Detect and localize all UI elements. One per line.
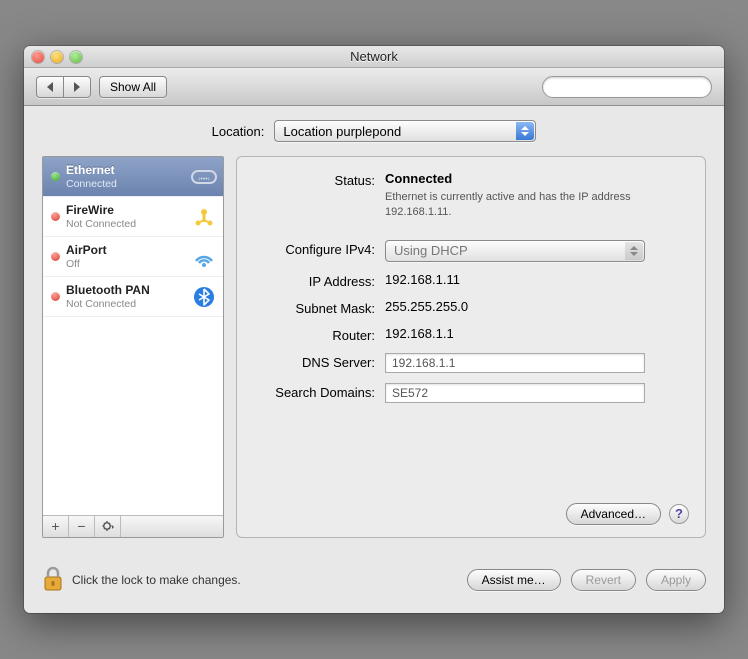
dns-row: DNS Server: (237, 353, 687, 373)
show-all-button[interactable]: Show All (99, 76, 167, 98)
interface-status: Not Connected (66, 218, 191, 230)
apply-button[interactable]: Apply (646, 569, 706, 591)
status-description: Ethernet is currently active and has the… (385, 190, 645, 220)
dns-input[interactable] (385, 353, 645, 373)
location-popup[interactable]: Location purplepond (274, 120, 536, 142)
search-field[interactable] (542, 76, 712, 98)
ethernet-icon: ‹•••› (191, 164, 217, 190)
location-label: Location: (212, 124, 265, 139)
advanced-button[interactable]: Advanced… (566, 503, 661, 525)
bottom-buttons: Assist me… Revert Apply (467, 569, 706, 591)
subnet-row: Subnet Mask: 255.255.255.0 (237, 299, 687, 316)
subnet-label: Subnet Mask: (237, 299, 385, 316)
status-value: Connected (385, 171, 687, 186)
revert-button[interactable]: Revert (571, 569, 636, 591)
status-label: Status: (237, 171, 385, 188)
content: Location: Location purplepond Ethernet C… (24, 106, 724, 552)
forward-button[interactable] (63, 76, 91, 98)
router-row: Router: 192.168.1.1 (237, 326, 687, 343)
window-title: Network (24, 49, 724, 64)
main: Ethernet Connected ‹•••› FireWire Not Co… (42, 156, 706, 538)
sidebar-footer: + − (43, 515, 223, 537)
interface-name: AirPort (66, 244, 191, 258)
svg-text:‹•••›: ‹•••› (198, 176, 211, 183)
location-row: Location: Location purplepond (42, 120, 706, 142)
configure-value: Using DHCP (394, 243, 468, 258)
router-value: 192.168.1.1 (385, 326, 687, 341)
updown-arrows-icon (625, 242, 643, 260)
bluetooth-icon (191, 284, 217, 310)
airport-icon (191, 244, 217, 270)
configure-popup[interactable]: Using DHCP (385, 240, 645, 262)
ip-label: IP Address: (237, 272, 385, 289)
search-domains-input[interactable] (385, 383, 645, 403)
interface-name: Ethernet (66, 164, 191, 178)
status-dot-icon (51, 252, 60, 261)
interface-status: Connected (66, 178, 191, 190)
chevron-right-icon (74, 82, 80, 92)
search-domains-row: Search Domains: (237, 383, 687, 403)
status-dot-icon (51, 172, 60, 181)
interface-status: Not Connected (66, 298, 191, 310)
interface-sidebar: Ethernet Connected ‹•••› FireWire Not Co… (42, 156, 224, 538)
updown-arrows-icon (516, 122, 534, 140)
sidebar-item-ethernet[interactable]: Ethernet Connected ‹•••› (43, 157, 223, 197)
location-value: Location purplepond (283, 124, 401, 139)
router-label: Router: (237, 326, 385, 343)
bottom-bar: Click the lock to make changes. Assist m… (24, 552, 724, 613)
sidebar-item-firewire[interactable]: FireWire Not Connected (43, 197, 223, 237)
titlebar: Network (24, 46, 724, 68)
ip-value: 192.168.1.11 (385, 272, 687, 287)
interface-list: Ethernet Connected ‹•••› FireWire Not Co… (43, 157, 223, 515)
help-button[interactable]: ? (669, 504, 689, 524)
search-input[interactable] (555, 80, 710, 94)
interface-status: Off (66, 258, 191, 270)
subnet-value: 255.255.255.0 (385, 299, 687, 314)
status-dot-icon (51, 212, 60, 221)
assist-button[interactable]: Assist me… (467, 569, 561, 591)
sidebar-item-bluetooth[interactable]: Bluetooth PAN Not Connected (43, 277, 223, 317)
action-menu-button[interactable] (95, 516, 121, 537)
search-domains-label: Search Domains: (237, 383, 385, 400)
details-panel: Status: Connected Ethernet is currently … (236, 156, 706, 538)
configure-label: Configure IPv4: (237, 240, 385, 257)
configure-row: Configure IPv4: Using DHCP (237, 240, 687, 262)
lock-icon[interactable] (42, 566, 64, 595)
dns-label: DNS Server: (237, 353, 385, 370)
sidebar-item-airport[interactable]: AirPort Off (43, 237, 223, 277)
lock-text: Click the lock to make changes. (72, 573, 241, 587)
network-preferences-window: Network Show All Location: Location purp… (24, 46, 724, 613)
firewire-icon (191, 204, 217, 230)
status-dot-icon (51, 292, 60, 301)
lock-row: Click the lock to make changes. (42, 566, 241, 595)
status-row: Status: Connected Ethernet is currently … (237, 171, 687, 220)
gear-icon (101, 519, 115, 533)
interface-name: FireWire (66, 204, 191, 218)
back-button[interactable] (36, 76, 63, 98)
add-interface-button[interactable]: + (43, 516, 69, 537)
toolbar: Show All (24, 68, 724, 106)
chevron-left-icon (47, 82, 53, 92)
details-footer: Advanced… ? (566, 503, 689, 525)
ip-row: IP Address: 192.168.1.11 (237, 272, 687, 289)
nav-back-forward (36, 76, 91, 98)
remove-interface-button[interactable]: − (69, 516, 95, 537)
interface-name: Bluetooth PAN (66, 284, 191, 298)
